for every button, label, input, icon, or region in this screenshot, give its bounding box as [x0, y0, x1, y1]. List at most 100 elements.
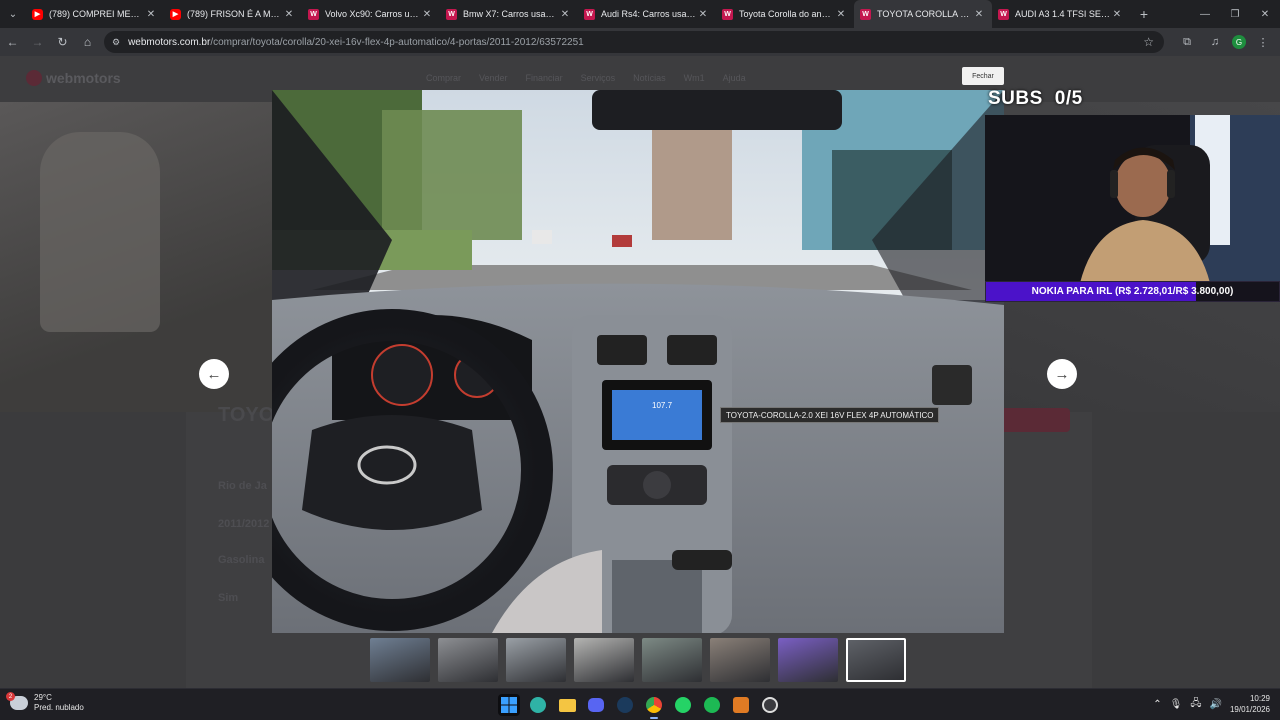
bookmark-star-icon[interactable]: ☆	[1143, 35, 1154, 49]
home-button[interactable]: ⌂	[75, 28, 100, 56]
browser-tab[interactable]: W AUDI A3 1.4 TFSI SEDAN ✕	[992, 0, 1130, 28]
browser-tab[interactable]: W Volvo Xc90: Carros usados✕	[302, 0, 440, 28]
site-nav-item: Financiar	[525, 73, 563, 83]
forward-button[interactable]: →	[25, 28, 50, 56]
youtube-favicon-icon: ▶	[32, 8, 43, 20]
close-tab-icon[interactable]: ✕	[144, 9, 158, 20]
reload-button[interactable]: ↻	[50, 28, 75, 56]
photo-thumbnail[interactable]	[710, 638, 770, 682]
temperature: 29°C	[34, 693, 52, 702]
volume-icon[interactable]: 🔊	[1210, 699, 1222, 710]
date: 19/01/2026	[1229, 705, 1270, 714]
site-info-icon[interactable]: ⚙	[112, 37, 120, 48]
profile-avatar[interactable]: G	[1232, 35, 1246, 49]
menu-kebab-icon[interactable]: ⋮	[1252, 31, 1274, 53]
steam-icon[interactable]	[614, 694, 636, 716]
photo-thumbnail[interactable]	[846, 638, 906, 682]
listing-field-value: Gasolina	[218, 554, 265, 566]
streamer-webcam	[985, 115, 1280, 283]
chrome-icon[interactable]	[643, 694, 665, 719]
windows-start-icon[interactable]	[498, 694, 520, 716]
system-tray: ⌃ 🎙 🖧 🔊 10:29 19/01/2026	[1153, 693, 1270, 715]
browser-tab[interactable]: ▶ (789) COMPREI MEU PRIMEIRO✕	[26, 0, 164, 28]
thumbnail-strip	[370, 638, 906, 682]
next-photo-button[interactable]: →	[1047, 359, 1077, 389]
chevron-up-icon[interactable]: ⌃	[1153, 699, 1161, 710]
network-icon[interactable]: 🖧	[1190, 696, 1201, 713]
close-tab-icon[interactable]: ✕	[834, 9, 848, 20]
donation-goal-bar: NOKIA PARA IRL (R$ 2.728,01/R$ 3.800,00)	[985, 281, 1280, 302]
car-interior-illustration: 107.7	[272, 90, 1004, 633]
obs-icon[interactable]	[759, 694, 781, 716]
discord-icon[interactable]	[585, 694, 607, 716]
extensions-icon[interactable]: ⧉	[1176, 31, 1198, 53]
spotify-icon[interactable]	[701, 694, 723, 716]
clock[interactable]: 10:29 19/01/2026	[1230, 693, 1270, 715]
close-tab-icon[interactable]: ✕	[420, 9, 434, 20]
back-button[interactable]: ←	[0, 28, 25, 56]
previous-photo-button[interactable]: ←	[199, 359, 229, 389]
address-bar[interactable]: ⚙ webmotors.com.br /comprar/toyota/corol…	[104, 31, 1164, 53]
time: 10:29	[1249, 694, 1270, 703]
restore-icon[interactable]: ❐	[1220, 0, 1250, 28]
tab-title: Toyota Corolla do ano 20	[739, 9, 834, 19]
browser-tab[interactable]: W Audi Rs4: Carros usados, s✕	[578, 0, 716, 28]
whatsapp-icon[interactable]	[672, 694, 694, 716]
tab-search-icon[interactable]: ⌄	[0, 0, 26, 28]
url-path: /comprar/toyota/corolla/20-xei-16v-flex-…	[210, 36, 584, 48]
taskbar-apps	[498, 694, 781, 719]
webmotors-favicon-icon: W	[446, 8, 457, 20]
close-tab-icon[interactable]: ✕	[282, 9, 296, 20]
browser-tab[interactable]: W Toyota Corolla do ano 20 ✕	[716, 0, 854, 28]
photo-thumbnail[interactable]	[506, 638, 566, 682]
webmotors-logo: webmotors	[26, 70, 121, 86]
site-nav-item: Notícias	[633, 73, 666, 83]
close-tab-icon[interactable]: ✕	[558, 9, 572, 20]
windows-taskbar: 2 29°C Pred. nublado ⌃ 🎙 🖧 🔊 10:29 19/01…	[0, 688, 1280, 720]
webmotors-favicon-icon: W	[308, 8, 319, 20]
youtube-favicon-icon: ▶	[170, 8, 181, 20]
browser-tab[interactable]: W Bmw X7: Carros usados, s✕	[440, 0, 578, 28]
site-nav-item: Vender	[479, 73, 508, 83]
close-window-icon[interactable]: ✕	[1250, 0, 1280, 28]
cloud-icon: 2	[6, 692, 28, 710]
car-interior-photo: 107.7	[272, 90, 1004, 633]
listing-field-value: Sim	[218, 592, 239, 604]
window-controls: — ❐ ✕	[1190, 0, 1280, 28]
site-nav-item: Ajuda	[722, 73, 746, 83]
microphone-icon[interactable]: 🎙	[1170, 699, 1183, 710]
photo-thumbnail[interactable]	[438, 638, 498, 682]
close-tab-icon[interactable]: ✕	[972, 9, 986, 20]
tab-strip: ▶(789) COMPREI MEU PRIMEIRO✕▶(789) FRISO…	[26, 0, 1130, 28]
browser-tab[interactable]: ▶ (789) FRISON É A MELHOR✕	[164, 0, 302, 28]
file-explorer-icon[interactable]	[556, 694, 578, 716]
minimize-icon[interactable]: —	[1190, 0, 1220, 28]
webmotors-favicon-icon: W	[584, 8, 595, 20]
photo-thumbnail[interactable]	[642, 638, 702, 682]
media-control-icon[interactable]: ♫	[1204, 31, 1226, 53]
browser-tab-bar: ⌄ ▶(789) COMPREI MEU PRIMEIRO✕▶(789) FRI…	[0, 0, 1280, 28]
browser-tab[interactable]: W TOYOTA COROLLA 2.0 XEI✕	[854, 0, 992, 28]
listing-field-value: 2011/2012	[218, 518, 270, 530]
edge-icon[interactable]	[527, 694, 549, 716]
webmotors-favicon-icon: W	[860, 8, 871, 20]
game-icon[interactable]	[730, 694, 752, 716]
close-tab-icon[interactable]: ✕	[696, 9, 710, 20]
installments-button	[998, 408, 1070, 432]
webmotors-favicon-icon: W	[722, 8, 733, 20]
photo-tooltip: TOYOTA-COROLLA-2.0 XEI 16V FLEX 4P AUTOM…	[720, 407, 940, 423]
site-nav: Comprar Vender Financiar Serviços Notícias Wm…	[426, 73, 746, 83]
new-tab-button[interactable]: +	[1130, 0, 1158, 28]
weather-widget[interactable]: 2 29°C Pred. nublado	[6, 692, 84, 713]
tab-title: Audi Rs4: Carros usados, s	[601, 9, 696, 19]
photo-thumbnail[interactable]	[574, 638, 634, 682]
listing-field-value: Rio de Ja	[218, 480, 267, 492]
url-host: webmotors.com.br	[128, 36, 211, 48]
close-gallery-button[interactable]: Fechar	[962, 67, 1004, 85]
tab-title: (789) FRISON É A MELHOR	[187, 9, 282, 19]
subs-value: 0/5	[1054, 88, 1083, 109]
photo-thumbnail[interactable]	[370, 638, 430, 682]
close-tab-icon[interactable]: ✕	[1110, 9, 1124, 20]
arrow-right-icon: →	[1054, 365, 1070, 383]
photo-thumbnail[interactable]	[778, 638, 838, 682]
